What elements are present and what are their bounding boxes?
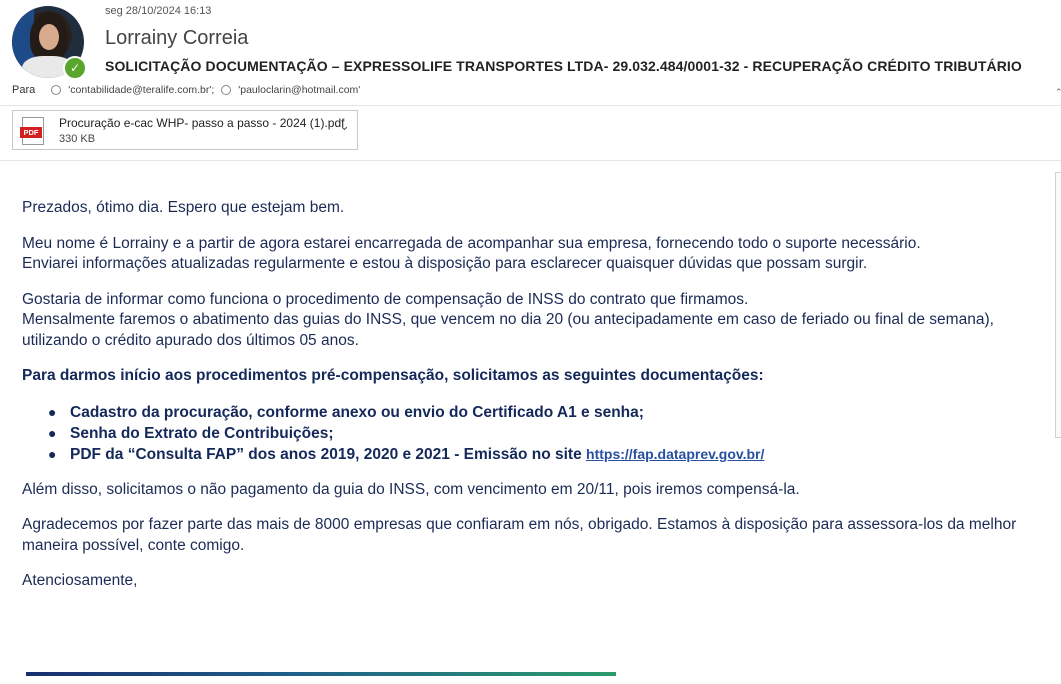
header-scroll-arrow-icon[interactable]: ⌃: [1055, 88, 1061, 98]
sender-name[interactable]: Lorrainy Correia: [105, 27, 248, 50]
to-label: Para: [12, 84, 36, 96]
signoff: Atenciosamente,: [22, 572, 138, 589]
sent-date: seg 28/10/2024 16:13: [105, 5, 212, 17]
body-paragraph: Agradecemos por fazer parte das mais de …: [22, 516, 1017, 554]
body-paragraph-bold: Para darmos início aos procedimentos pré…: [22, 367, 764, 384]
body-paragraph: Prezados, ótimo dia. Espero que estejam …: [22, 199, 345, 216]
list-item: ● PDF da “Consulta FAP” dos anos 2019, 20…: [48, 445, 765, 463]
divider: [0, 105, 1061, 106]
presence-available-icon: ✓: [63, 56, 87, 80]
sender-avatar[interactable]: ✓: [12, 6, 87, 80]
signature-divider-line: [26, 672, 616, 676]
pdf-file-icon: PDF: [20, 117, 44, 145]
attachment-card[interactable]: PDF Procuração e-cac WHP- passo a passo …: [12, 110, 358, 150]
body-paragraph: Gostaria de informar como funciona o pro…: [22, 290, 994, 349]
vertical-scrollbar[interactable]: [1055, 172, 1061, 438]
body-paragraph: Além disso, solicitamos o não pagamento …: [22, 480, 800, 498]
divider: [0, 160, 1061, 161]
fap-link[interactable]: https://fap.dataprev.gov.br/: [586, 446, 764, 462]
email-body: Prezados, ótimo dia. Espero que estejam …: [22, 198, 1052, 607]
recipient-2[interactable]: 'pauloclarin@hotmail.com': [238, 84, 360, 96]
email-reading-pane: ✓ seg 28/10/2024 16:13 Lorrainy Correia …: [0, 0, 1061, 684]
recipient-status-icon: [51, 85, 62, 95]
attachment-size: 330 KB: [59, 133, 96, 145]
recipient-1[interactable]: 'contabilidade@teralife.com.br';: [68, 84, 214, 96]
list-item: ● Cadastro da procuração, conforme anexo …: [48, 403, 644, 421]
attachment-name: Procuração e-cac WHP- passo a passo - 20…: [59, 116, 345, 130]
recipients-row: Para 'contabilidade@teralife.com.br'; 'p…: [12, 84, 360, 96]
email-subject: SOLICITAÇÃO DOCUMENTAÇÃO – EXPRESSOLIFE …: [105, 58, 1022, 74]
recipient-status-icon: [221, 85, 232, 95]
document-list: ● Cadastro da procuração, conforme anexo …: [22, 402, 1052, 465]
list-item: ● Senha do Extrato de Contribuições;: [48, 424, 334, 442]
chevron-down-icon[interactable]: ⌄: [339, 119, 350, 134]
body-paragraph: Meu nome é Lorrainy e a partir de agora …: [22, 234, 921, 273]
